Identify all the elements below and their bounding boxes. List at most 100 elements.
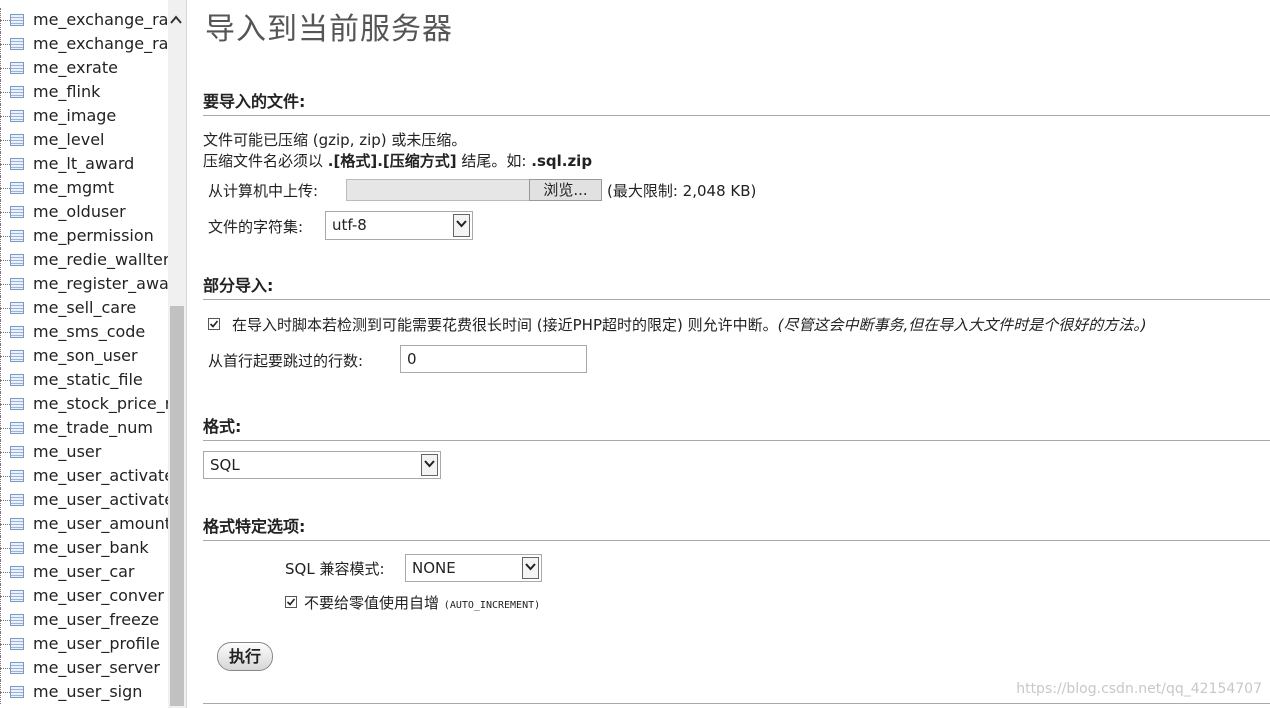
sidebar-scrollbar[interactable]: [168, 0, 186, 708]
table-icon[interactable]: [10, 542, 24, 554]
table-icon[interactable]: [10, 494, 24, 506]
sidebar-table-item[interactable]: me_flink: [0, 80, 168, 104]
sidebar-table-item[interactable]: me_olduser: [0, 200, 168, 224]
table-icon[interactable]: [10, 614, 24, 626]
table-name[interactable]: me_user: [33, 440, 101, 464]
table-icon[interactable]: [10, 182, 24, 194]
sidebar-table-item[interactable]: me_user_conver: [0, 584, 168, 608]
sidebar-table-item[interactable]: me_user_activate_: [0, 488, 168, 512]
table-icon[interactable]: [10, 422, 24, 434]
execute-button[interactable]: 执行: [217, 642, 273, 671]
table-name[interactable]: me_user_car: [33, 560, 135, 584]
no-auto-value-on-zero-checkbox[interactable]: [285, 596, 297, 608]
table-icon[interactable]: [10, 86, 24, 98]
table-name[interactable]: me_redie_wallter: [33, 248, 168, 272]
table-name[interactable]: me_register_award: [33, 272, 168, 296]
sidebar-table-item[interactable]: me_register_award: [0, 272, 168, 296]
table-icon[interactable]: [10, 686, 24, 698]
sidebar-table-item[interactable]: me_user_server: [0, 656, 168, 680]
allow-interrupt-checkbox[interactable]: [208, 318, 220, 330]
table-name[interactable]: me_level: [33, 128, 104, 152]
table-name[interactable]: me_olduser: [33, 200, 126, 224]
table-name[interactable]: me_sms_code: [33, 320, 145, 344]
sidebar-table-item[interactable]: me_user_sign: [0, 680, 168, 704]
charset-select[interactable]: utf-8: [325, 211, 473, 240]
table-icon[interactable]: [10, 110, 24, 122]
table-icon[interactable]: [10, 326, 24, 338]
table-icon[interactable]: [10, 14, 24, 26]
sidebar-table-item[interactable]: me_stock_price_re: [0, 392, 168, 416]
table-name[interactable]: me_image: [33, 104, 116, 128]
sidebar-table-item[interactable]: me_trade_num: [0, 416, 168, 440]
table-name[interactable]: me_user_freeze: [33, 608, 159, 632]
file-path-field[interactable]: [346, 179, 530, 201]
table-icon[interactable]: [10, 566, 24, 578]
table-icon[interactable]: [10, 350, 24, 362]
table-icon[interactable]: [10, 134, 24, 146]
table-icon[interactable]: [10, 518, 24, 530]
table-name[interactable]: me_user_activate_: [33, 464, 168, 488]
sidebar-table-item[interactable]: me_image: [0, 104, 168, 128]
table-name[interactable]: me_flink: [33, 80, 100, 104]
table-name[interactable]: me_mgmt: [33, 176, 114, 200]
chevron-down-icon[interactable]: [522, 557, 539, 579]
table-icon[interactable]: [10, 398, 24, 410]
table-icon[interactable]: [10, 590, 24, 602]
sidebar-table-item[interactable]: me_level: [0, 128, 168, 152]
table-name[interactable]: me_user_conver: [33, 584, 164, 608]
skip-rows-input[interactable]: 0: [400, 345, 587, 373]
sidebar-table-item[interactable]: me_lt_award: [0, 152, 168, 176]
format-select[interactable]: SQL: [203, 451, 441, 479]
browse-button[interactable]: 浏览...: [529, 179, 602, 201]
chevron-down-icon[interactable]: [421, 454, 438, 476]
table-icon[interactable]: [10, 662, 24, 674]
sidebar-table-item[interactable]: me_son_user: [0, 344, 168, 368]
table-icon[interactable]: [10, 206, 24, 218]
sidebar-table-item[interactable]: me_static_file: [0, 368, 168, 392]
table-name[interactable]: me_trade_num: [33, 416, 153, 440]
sidebar-table-item[interactable]: me_user_amount_: [0, 512, 168, 536]
table-name[interactable]: me_sell_care: [33, 296, 136, 320]
table-icon[interactable]: [10, 62, 24, 74]
sidebar-table-item[interactable]: me_user: [0, 440, 168, 464]
table-icon[interactable]: [10, 638, 24, 650]
table-name[interactable]: me_user_bank: [33, 536, 149, 560]
table-name[interactable]: me_user_activate_: [33, 488, 168, 512]
sidebar-table-item[interactable]: me_user_car: [0, 560, 168, 584]
table-icon[interactable]: [10, 230, 24, 242]
sidebar-table-item[interactable]: me_redie_wallter: [0, 248, 168, 272]
table-icon[interactable]: [10, 470, 24, 482]
table-name[interactable]: me_static_file: [33, 368, 143, 392]
table-name[interactable]: me_stock_price_re: [33, 392, 168, 416]
table-icon[interactable]: [10, 446, 24, 458]
sidebar-table-item[interactable]: me_exchange_rate: [0, 8, 168, 32]
table-name[interactable]: me_exchange_rate: [33, 8, 168, 32]
sidebar-table-item[interactable]: me_permission: [0, 224, 168, 248]
sidebar-table-item[interactable]: me_sell_care: [0, 296, 168, 320]
sidebar-table-item[interactable]: me_user_profile: [0, 632, 168, 656]
table-name[interactable]: me_exrate: [33, 56, 118, 80]
sidebar-table-item[interactable]: me_mgmt: [0, 176, 168, 200]
table-icon[interactable]: [10, 158, 24, 170]
table-name[interactable]: me_user_profile: [33, 632, 160, 656]
chevron-down-icon[interactable]: [453, 214, 470, 237]
table-name[interactable]: me_user_amount_: [33, 512, 168, 536]
table-name[interactable]: me_exchange_rate: [33, 32, 168, 56]
sidebar-scrollbar-thumb[interactable]: [170, 306, 184, 706]
compat-mode-select[interactable]: NONE: [405, 554, 542, 582]
sidebar-table-item[interactable]: me_sms_code: [0, 320, 168, 344]
sidebar-table-item[interactable]: me_exrate: [0, 56, 168, 80]
table-icon[interactable]: [10, 38, 24, 50]
sidebar-table-item[interactable]: me_user_freeze: [0, 608, 168, 632]
table-icon[interactable]: [10, 374, 24, 386]
table-icon[interactable]: [10, 302, 24, 314]
table-name[interactable]: me_user_sign: [33, 680, 142, 704]
table-name[interactable]: me_lt_award: [33, 152, 134, 176]
table-icon[interactable]: [10, 254, 24, 266]
sidebar-table-item[interactable]: me_exchange_rate: [0, 32, 168, 56]
sidebar-table-item[interactable]: me_user_activate_: [0, 464, 168, 488]
table-name[interactable]: me_permission: [33, 224, 154, 248]
table-name[interactable]: me_user_server: [33, 656, 160, 680]
scroll-up-icon[interactable]: [170, 14, 182, 28]
table-icon[interactable]: [10, 278, 24, 290]
